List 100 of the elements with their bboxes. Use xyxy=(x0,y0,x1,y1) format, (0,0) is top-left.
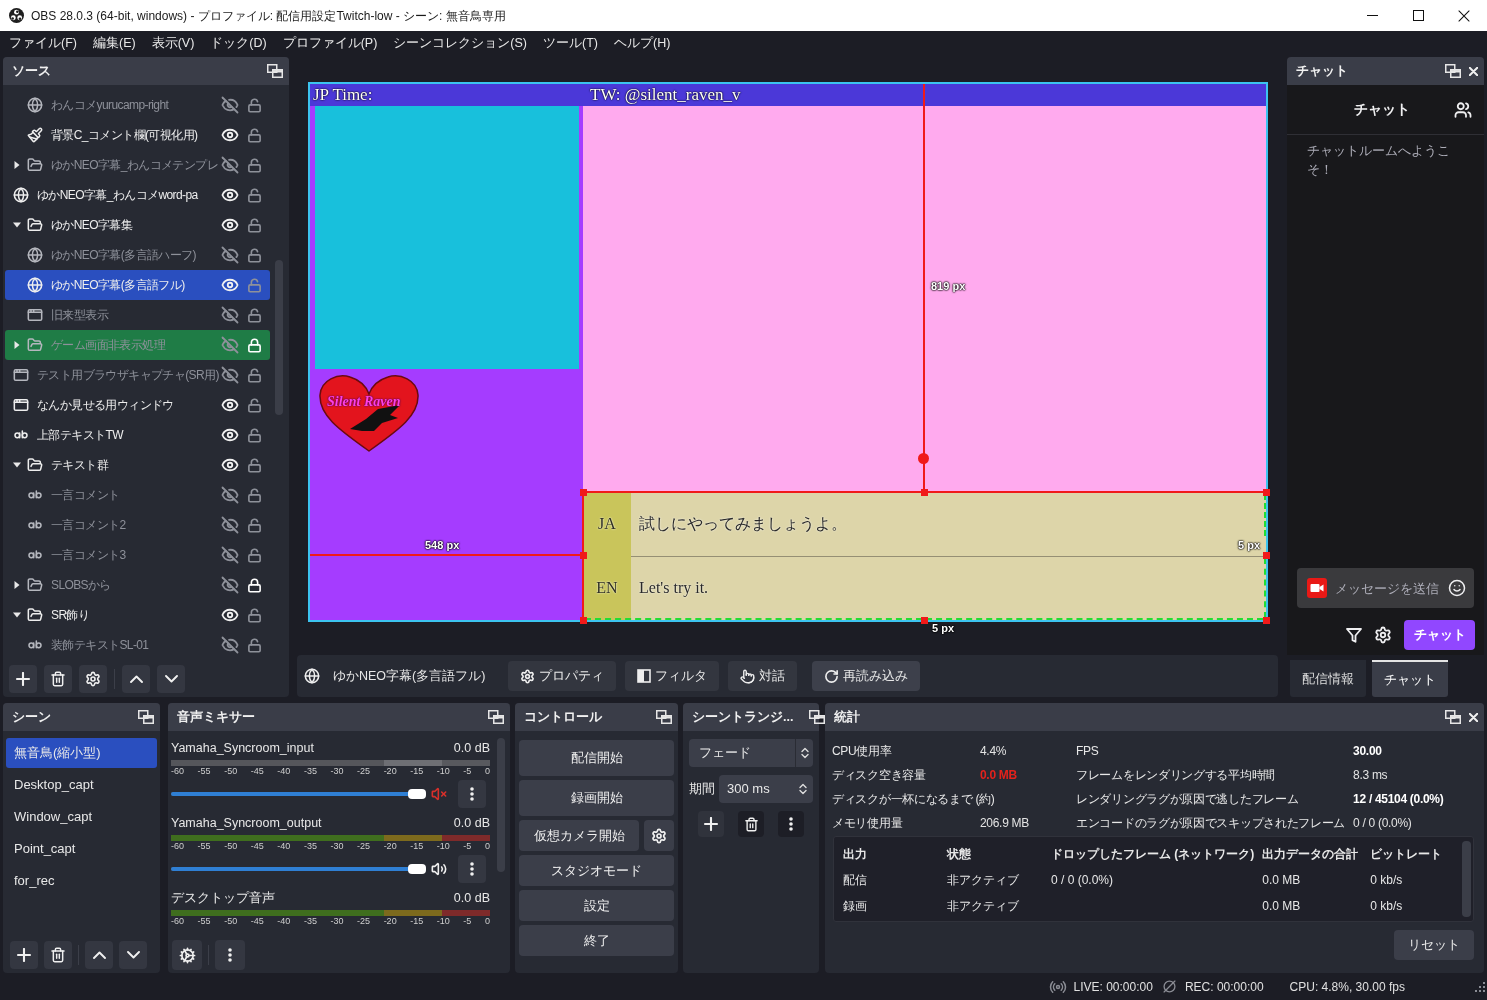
resize-handle[interactable] xyxy=(1263,552,1270,559)
open-lock-icon[interactable] xyxy=(247,487,262,503)
resize-handle[interactable] xyxy=(921,489,928,496)
gear-icon[interactable] xyxy=(1374,626,1392,644)
resize-handle[interactable] xyxy=(921,617,928,624)
eye-slash-icon[interactable] xyxy=(221,156,239,174)
source-item[interactable]: 装飾テキストSL-01 xyxy=(5,630,270,660)
remove-button[interactable] xyxy=(44,665,72,693)
open-lock-icon[interactable] xyxy=(247,97,262,113)
speaker-icon[interactable] xyxy=(431,861,447,877)
eye-slash-icon[interactable] xyxy=(221,636,239,654)
open-lock-icon[interactable] xyxy=(247,427,262,443)
users-icon[interactable] xyxy=(1454,100,1472,119)
transition-menu-button[interactable] xyxy=(778,811,804,837)
menu-item[interactable]: 表示(V) xyxy=(143,33,203,53)
open-lock-icon[interactable] xyxy=(247,547,262,563)
menu-item[interactable]: ツール(T) xyxy=(535,33,606,53)
menu-item[interactable]: ドック(D) xyxy=(202,33,275,53)
scene-item[interactable]: Desktop_capt xyxy=(6,770,157,800)
source-item[interactable]: 一言コメント2 xyxy=(5,510,270,540)
scene-item[interactable]: Point_capt xyxy=(6,834,157,864)
eye-icon[interactable] xyxy=(221,126,239,144)
move-up-button[interactable] xyxy=(122,665,150,693)
caret-right-icon[interactable] xyxy=(13,161,21,169)
open-lock-icon[interactable] xyxy=(247,397,262,413)
muted-speaker-icon[interactable] xyxy=(431,786,447,802)
caret-down-icon[interactable] xyxy=(13,221,21,229)
resize-handle[interactable] xyxy=(1263,617,1270,624)
message-field[interactable]: メッセージを送信 xyxy=(1297,568,1474,608)
remove-button[interactable] xyxy=(738,811,764,837)
open-lock-icon[interactable] xyxy=(247,307,262,323)
dock-tab[interactable]: チャット xyxy=(1372,660,1448,697)
eye-icon[interactable] xyxy=(221,426,239,444)
control-button[interactable]: 配信開始 xyxy=(519,740,674,776)
eye-icon[interactable] xyxy=(221,186,239,204)
toolbar-button[interactable]: プロパティ xyxy=(508,661,616,691)
overlapping-windows-icon[interactable] xyxy=(138,710,154,724)
slider-thumb[interactable] xyxy=(408,864,426,874)
eye-slash-icon[interactable] xyxy=(221,516,239,534)
source-item[interactable]: SR飾り xyxy=(5,600,270,630)
resize-handle[interactable] xyxy=(580,617,587,624)
resize-grip-icon[interactable] xyxy=(1475,981,1485,992)
source-item[interactable]: 上部テキストTW xyxy=(5,420,270,450)
control-button[interactable]: 設定 xyxy=(519,890,674,921)
scene-item[interactable]: for_rec xyxy=(6,866,157,896)
message-input[interactable]: メッセージを送信 xyxy=(1335,578,1440,598)
scene-item[interactable]: Window_capt xyxy=(6,802,157,832)
open-lock-icon[interactable] xyxy=(247,607,262,623)
open-lock-icon[interactable] xyxy=(247,367,262,383)
dock-tab[interactable]: 配信情報 xyxy=(1290,660,1366,697)
source-item[interactable]: ゆかNEO字幕(多言語ハーフ) xyxy=(5,240,270,270)
settings-button[interactable] xyxy=(644,820,674,851)
menu-item[interactable]: ファイル(F) xyxy=(1,33,85,53)
resize-handle[interactable] xyxy=(580,552,587,559)
move-down-button[interactable] xyxy=(119,941,147,969)
caret-down-icon[interactable] xyxy=(13,611,21,619)
advanced-audio-button[interactable] xyxy=(172,940,202,970)
add-button[interactable] xyxy=(698,811,724,837)
move-down-button[interactable] xyxy=(157,665,185,693)
eye-icon[interactable] xyxy=(221,456,239,474)
source-item[interactable]: 背景C_コメント欄(可視化用) xyxy=(5,120,270,150)
eye-slash-icon[interactable] xyxy=(221,576,239,594)
scene-item[interactable]: 無音鳥(縮小型) xyxy=(6,738,157,768)
source-item[interactable]: テキスト群 xyxy=(5,450,270,480)
open-lock-icon[interactable] xyxy=(247,187,262,203)
menu-item[interactable]: シーンコレクション(S) xyxy=(385,33,535,53)
transition-select[interactable]: フェード xyxy=(689,739,795,767)
source-item[interactable]: 一言コメント3 xyxy=(5,540,270,570)
eye-slash-icon[interactable] xyxy=(221,366,239,384)
source-item[interactable]: ゆかNEO字幕(多言語フル) xyxy=(5,270,270,300)
overlapping-windows-icon[interactable] xyxy=(656,710,672,724)
caret-right-icon[interactable] xyxy=(13,581,21,589)
add-button[interactable] xyxy=(10,941,38,969)
dropdown-arrow-button[interactable] xyxy=(795,739,813,767)
mixer-menu-button[interactable] xyxy=(215,940,245,970)
slider-thumb[interactable] xyxy=(408,789,426,799)
eye-slash-icon[interactable] xyxy=(221,246,239,264)
menu-item[interactable]: ヘルプ(H) xyxy=(606,33,679,53)
rotation-handle[interactable] xyxy=(918,453,929,464)
open-lock-icon[interactable] xyxy=(247,517,262,533)
eye-icon[interactable] xyxy=(221,216,239,234)
chat-send-button[interactable]: チャット xyxy=(1404,620,1475,650)
source-item[interactable]: 一言コメント xyxy=(5,480,270,510)
control-button[interactable]: 終了 xyxy=(519,925,674,956)
source-item[interactable]: わんコメyurucamp-right xyxy=(5,90,270,120)
open-lock-icon[interactable] xyxy=(247,637,262,653)
scrollbar-thumb[interactable] xyxy=(1462,841,1471,917)
overlapping-windows-icon[interactable] xyxy=(1445,710,1461,724)
reset-button[interactable]: リセット xyxy=(1394,930,1474,960)
channel-menu-button[interactable] xyxy=(458,855,486,883)
source-item[interactable]: ゆかNEO字幕_わんコメword-pa xyxy=(5,180,270,210)
resize-handle[interactable] xyxy=(1263,489,1270,496)
add-button[interactable] xyxy=(9,665,37,693)
eye-icon[interactable] xyxy=(221,276,239,294)
resize-handle[interactable] xyxy=(580,489,587,496)
eye-slash-icon[interactable] xyxy=(221,486,239,504)
eye-slash-icon[interactable] xyxy=(221,306,239,324)
eye-icon[interactable] xyxy=(221,396,239,414)
open-lock-icon[interactable] xyxy=(247,127,262,143)
funnel-icon[interactable] xyxy=(1346,627,1362,643)
